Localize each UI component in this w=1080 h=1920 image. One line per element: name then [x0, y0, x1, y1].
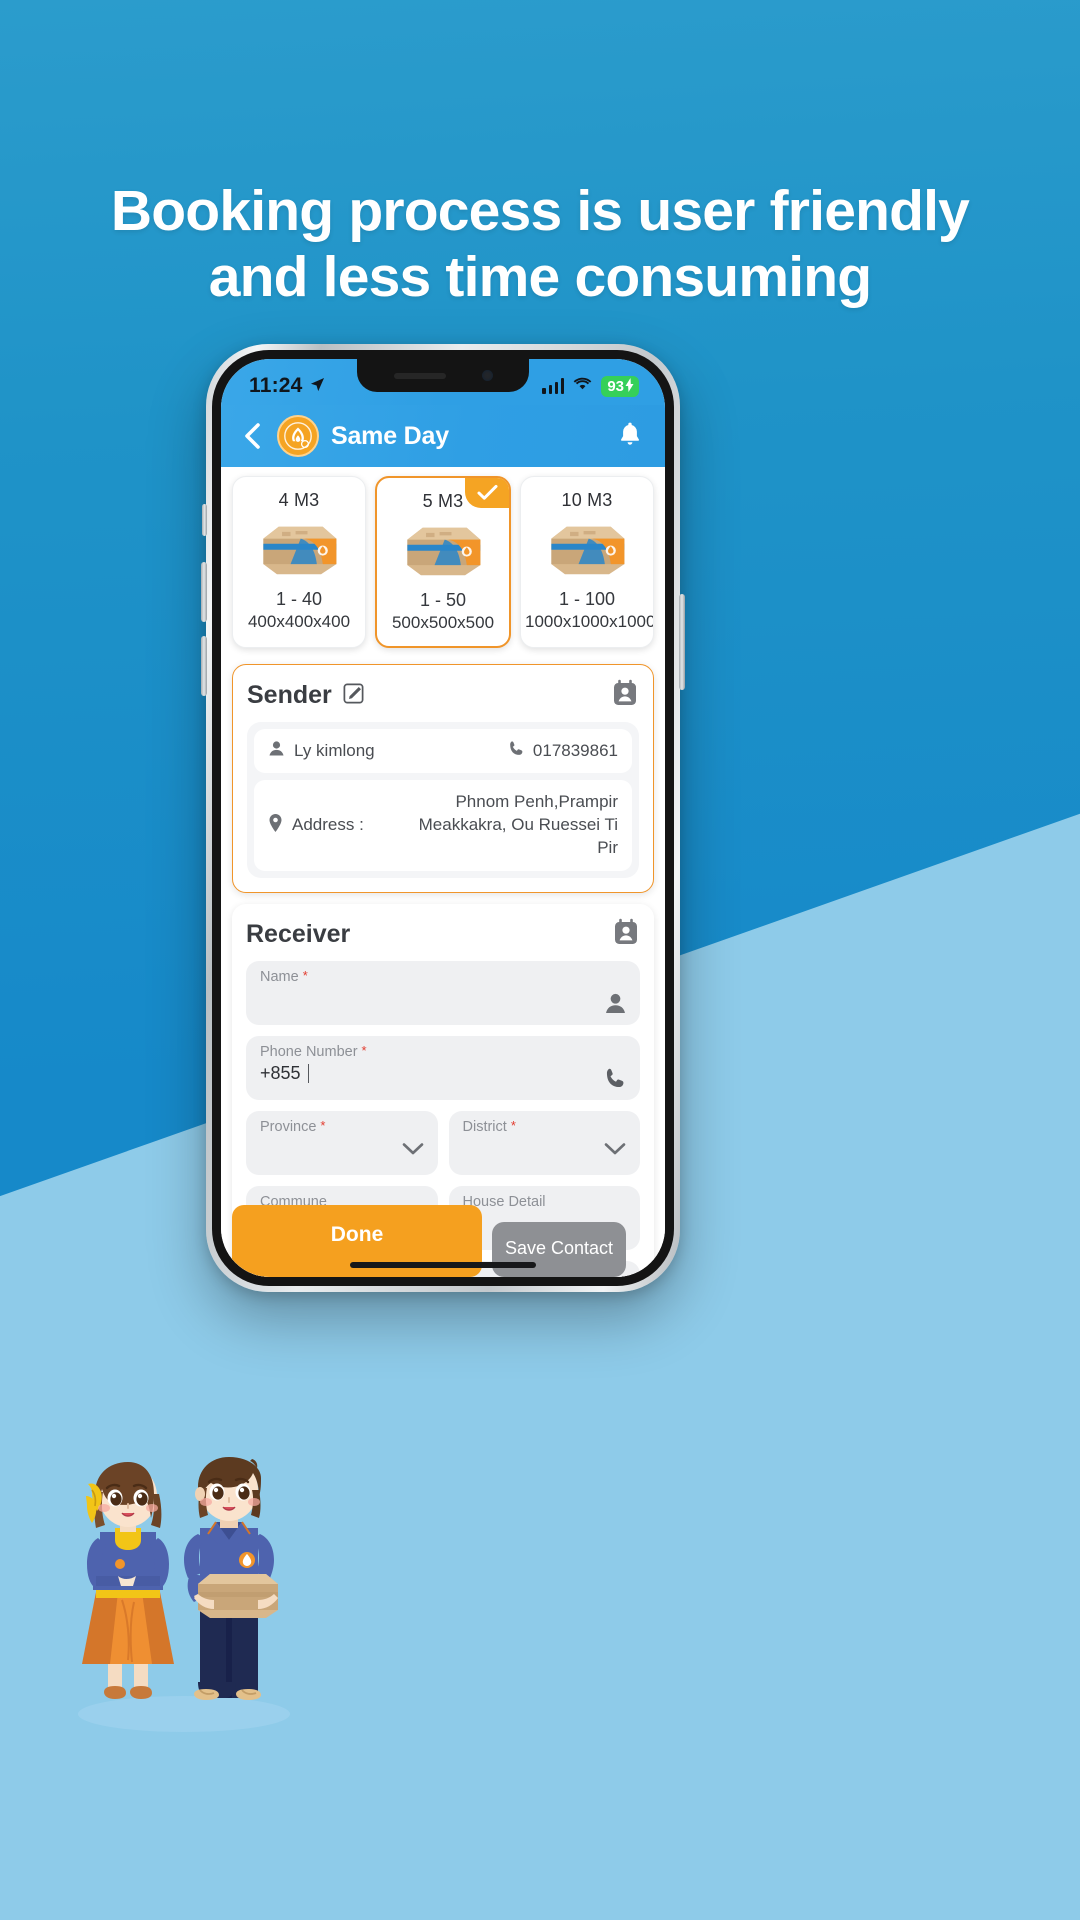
front-camera	[481, 370, 493, 381]
contact-book-icon[interactable]	[612, 918, 640, 951]
phone-screen: 11:24 93 Same Day 4 M3 1 - 40 400x400x40…	[221, 359, 665, 1277]
wifi-icon	[573, 376, 592, 396]
app-header: Same Day	[221, 405, 665, 467]
receiver-phone-field[interactable]: Phone Number * +855	[246, 1035, 640, 1100]
headline-line-1: Booking process is user friendly	[110, 179, 970, 243]
province-district-row: Province * District *	[246, 1100, 640, 1175]
receiver-title: Receiver	[246, 919, 351, 948]
receiver-province-label: Province	[260, 1118, 317, 1135]
receiver-district-label: District	[462, 1118, 507, 1135]
phone-mute-switch[interactable]	[202, 504, 207, 536]
sender-address-label-group: Address :	[268, 813, 364, 837]
phone-mockup: 11:24 93 Same Day 4 M3 1 - 40 400x400x40…	[201, 344, 685, 1292]
package-card-10m3[interactable]: 10 M3 1 - 100 1000x1000x1000	[520, 476, 654, 648]
package-range: 1 - 50	[419, 590, 467, 610]
sender-panel-header: Sender	[247, 679, 639, 712]
phone-bezel: 11:24 93 Same Day 4 M3 1 - 40 400x400x40…	[212, 350, 674, 1286]
status-badge: 93	[601, 375, 639, 397]
chevron-down-icon	[604, 1142, 626, 1161]
receiver-province-field[interactable]: Province *	[246, 1110, 438, 1175]
phone-icon	[508, 740, 525, 762]
required-asterisk: *	[361, 1042, 367, 1058]
sender-phone-group: 017839861	[508, 740, 618, 762]
package-dimensions: 1000x1000x1000	[525, 612, 654, 631]
receiver-province-label-group: Province *	[260, 1119, 426, 1135]
sender-details: Ly kimlong 017839861 Address: Phnom Pen…	[247, 722, 639, 878]
receiver-phone-label: Phone Number	[260, 1043, 358, 1060]
package-box-icon	[525, 520, 649, 581]
person-icon	[268, 740, 285, 762]
sender-address-line-2: Meakkakra, Ou Ruessei Ti Pir	[418, 814, 618, 857]
sender-phone: 017839861	[532, 741, 618, 760]
receiver-phone-label-group: Phone Number *	[260, 1044, 628, 1060]
sender-title: Sender	[247, 681, 332, 709]
package-range: 1 - 40	[275, 589, 323, 609]
sender-address-value: Phnom Penh,Prampir Meakkakra, Ou Ruessei…	[398, 791, 618, 860]
sender-address-label: Address :	[292, 815, 364, 835]
phone-volume-down-button[interactable]	[201, 636, 207, 696]
sender-address-line-1: Phnom Penh,Prampir	[455, 792, 618, 811]
status-bar-icons: 93	[542, 375, 639, 397]
promo-screenshot: Booking process is user friendly and les…	[0, 0, 1080, 1920]
required-asterisk: *	[320, 1117, 326, 1133]
location-arrow-icon	[310, 374, 325, 398]
package-box-icon	[381, 521, 505, 582]
sender-address-row: Address : Phnom Penh,Prampir Meakkakra, …	[254, 780, 632, 871]
phone-volume-up-button[interactable]	[201, 562, 207, 622]
required-asterisk: *	[302, 967, 308, 983]
sender-panel: Sender Ly kimlong 017839861 Address: Ph…	[232, 664, 654, 893]
back-chevron-icon[interactable]	[239, 423, 265, 449]
lightning-bolt-icon	[625, 377, 634, 395]
person-icon	[604, 992, 627, 1015]
receiver-panel-header: Receiver	[246, 918, 640, 951]
male-mascot-icon	[184, 1457, 278, 1700]
battery-percent: 93	[607, 377, 624, 395]
package-range: 1 - 100	[558, 589, 616, 609]
package-size-selector: 4 M3 1 - 40 400x400x400 5 M3 1 - 50 500x…	[221, 467, 665, 659]
app-logo-icon[interactable]	[277, 415, 319, 457]
sender-name-row: Ly kimlong 017839861	[254, 729, 632, 773]
package-dimensions: 500x500x500	[391, 613, 495, 632]
package-dimensions: 400x400x400	[247, 612, 351, 631]
package-size-label: 10 M3	[561, 490, 613, 510]
receiver-name-label: Name	[260, 968, 299, 985]
status-bar-time: 11:24	[249, 374, 303, 397]
chevron-down-icon	[402, 1142, 424, 1161]
check-icon	[465, 478, 509, 508]
phone-icon	[604, 1067, 627, 1090]
contact-book-icon[interactable]	[611, 679, 639, 712]
receiver-name-field[interactable]: Name *	[246, 960, 640, 1025]
map-pin-icon	[268, 813, 283, 837]
earpiece-speaker	[393, 372, 446, 379]
app-title: Same Day	[331, 421, 449, 450]
home-indicator[interactable]	[350, 1262, 536, 1268]
text-caret	[307, 1063, 310, 1083]
package-card-4m3[interactable]: 4 M3 1 - 40 400x400x400	[232, 476, 366, 648]
sender-name: Ly kimlong	[294, 741, 375, 760]
receiver-district-field[interactable]: District *	[448, 1110, 640, 1175]
page-title: Booking process is user friendly and les…	[0, 179, 1080, 309]
receiver-name-label-group: Name *	[260, 969, 628, 985]
save-contact-button[interactable]: Save Contact	[492, 1222, 627, 1277]
required-asterisk: *	[510, 1117, 516, 1133]
phone-notch	[357, 359, 529, 392]
headline-line-2: and less time consuming	[208, 244, 872, 309]
edit-pencil-icon[interactable]	[342, 682, 365, 710]
receiver-phone-value-group: +855	[260, 1063, 628, 1084]
status-bar-time-group: 11:24	[249, 374, 325, 398]
bell-icon[interactable]	[617, 420, 643, 453]
package-box-icon	[237, 520, 361, 581]
cellular-signal-icon	[542, 378, 565, 394]
mascot-illustration	[60, 1440, 310, 1740]
receiver-phone-value: +855	[260, 1062, 301, 1083]
sender-name-group: Ly kimlong	[268, 740, 375, 762]
phone-power-button[interactable]	[679, 594, 685, 690]
package-card-5m3[interactable]: 5 M3 1 - 50 500x500x500	[375, 476, 511, 648]
receiver-district-label-group: District *	[463, 1119, 629, 1135]
app-content: 4 M3 1 - 40 400x400x400 5 M3 1 - 50 500x…	[221, 467, 665, 1277]
package-size-label: 4 M3	[278, 490, 320, 510]
